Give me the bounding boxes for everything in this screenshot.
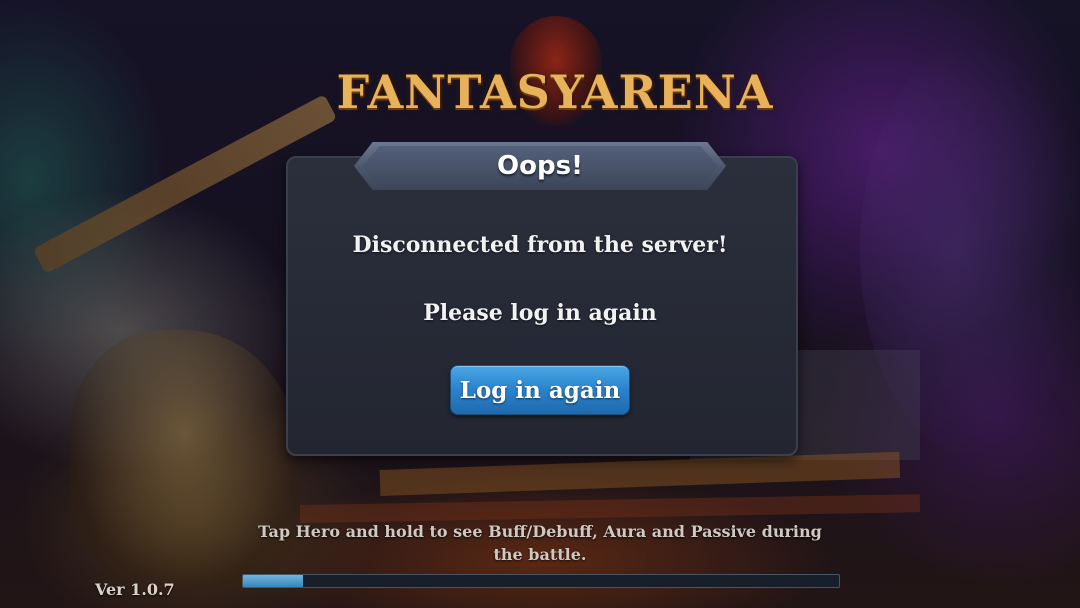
log-in-again-button[interactable]: Log in again: [450, 365, 630, 415]
dialog-message: Disconnected from the server!: [352, 232, 728, 258]
game-logo: FANTASYARENA: [337, 16, 772, 128]
dialog-title: Oops!: [497, 151, 583, 181]
logo-text: FANTASYARENA: [336, 65, 774, 119]
game-screen: FANTASYARENA Oops! Disconnected from the…: [0, 0, 1080, 608]
loading-tip: Tap Hero and hold to see Buff/Debuff, Au…: [258, 522, 822, 564]
loading-progress-bar: [242, 574, 840, 588]
dialog-submessage: Please log in again: [423, 300, 657, 326]
version-label: Ver 1.0.7: [95, 580, 175, 599]
loading-progress-fill: [243, 575, 303, 587]
